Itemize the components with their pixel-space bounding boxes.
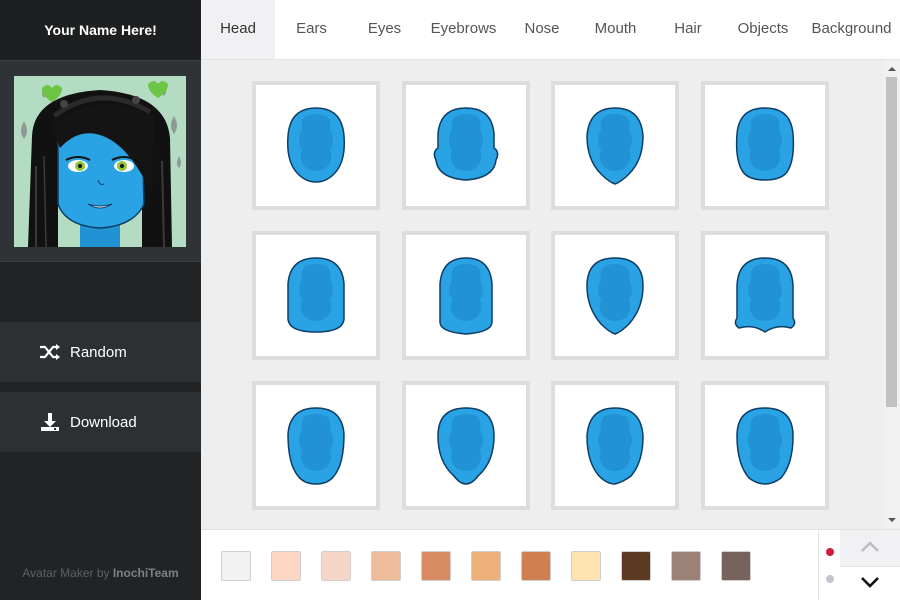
tab-background[interactable]: Background bbox=[803, 0, 900, 59]
credit-brand-link[interactable]: InochiTeam bbox=[113, 566, 179, 580]
color-swatch[interactable] bbox=[621, 551, 651, 581]
color-swatch[interactable] bbox=[721, 551, 751, 581]
head-option-card[interactable] bbox=[252, 231, 380, 360]
color-swatch[interactable] bbox=[221, 551, 251, 581]
head-shape-notched-icon bbox=[734, 256, 796, 333]
avatar-name-title[interactable]: Your Name Here! bbox=[0, 0, 201, 60]
avatar-preview bbox=[14, 76, 186, 247]
tab-mouth[interactable]: Mouth bbox=[578, 0, 653, 59]
color-swatch[interactable] bbox=[271, 551, 301, 581]
head-option-card[interactable] bbox=[252, 81, 380, 210]
random-button-label: Random bbox=[70, 343, 127, 361]
grid-scrollbar[interactable] bbox=[884, 60, 900, 529]
palette-dot-inactive[interactable] bbox=[826, 575, 834, 583]
category-tabs: Head Ears Eyes Eyebrows Nose Mouth Hair … bbox=[201, 0, 900, 60]
head-option-card[interactable] bbox=[551, 231, 679, 360]
color-swatch[interactable] bbox=[571, 551, 601, 581]
avatar-preview-panel bbox=[0, 60, 201, 262]
chevron-down-icon bbox=[861, 575, 879, 593]
shuffle-icon bbox=[39, 341, 61, 363]
head-shape-rect-icon bbox=[439, 256, 493, 335]
tab-objects[interactable]: Objects bbox=[723, 0, 803, 59]
head-option-card[interactable] bbox=[551, 381, 679, 510]
chevron-up-icon bbox=[861, 539, 879, 557]
download-button-label: Download bbox=[70, 413, 137, 431]
head-shape-pointed-chin-icon bbox=[586, 106, 644, 185]
download-button[interactable]: Download bbox=[0, 392, 201, 452]
head-shape-soft-icon bbox=[736, 406, 794, 485]
head-shape-wide-jowl-icon bbox=[433, 106, 499, 181]
color-swatch[interactable] bbox=[371, 551, 401, 581]
palette-pager bbox=[840, 529, 900, 600]
credit-prefix: Avatar Maker by bbox=[22, 566, 113, 580]
palette-prev-button[interactable] bbox=[840, 530, 900, 566]
head-option-card[interactable] bbox=[252, 381, 380, 510]
scroll-thumb[interactable] bbox=[886, 77, 897, 407]
head-shape-round-chin-icon bbox=[735, 106, 795, 181]
head-option-card[interactable] bbox=[402, 231, 530, 360]
head-option-card[interactable] bbox=[701, 231, 829, 360]
skin-color-palette bbox=[201, 529, 818, 600]
color-swatch[interactable] bbox=[521, 551, 551, 581]
head-shape-flat-chin-icon bbox=[287, 406, 345, 485]
tab-eyebrows[interactable]: Eyebrows bbox=[421, 0, 506, 59]
head-shape-long-icon bbox=[586, 406, 644, 485]
tab-eyes[interactable]: Eyes bbox=[348, 0, 421, 59]
head-shape-heart-icon bbox=[437, 406, 495, 485]
head-options-grid bbox=[201, 60, 884, 529]
head-shape-square-icon bbox=[287, 256, 345, 333]
tab-nose[interactable]: Nose bbox=[506, 0, 578, 59]
download-icon bbox=[39, 411, 61, 433]
head-option-card[interactable] bbox=[402, 81, 530, 210]
head-option-card[interactable] bbox=[551, 81, 679, 210]
random-button[interactable]: Random bbox=[0, 322, 201, 382]
sidebar: Your Name Here! Random Download Avatar M… bbox=[0, 0, 201, 600]
head-shape-oval-icon bbox=[286, 106, 346, 183]
head-option-card[interactable] bbox=[701, 381, 829, 510]
credit-text: Avatar Maker by InochiTeam bbox=[0, 566, 201, 580]
scroll-down-arrow-icon[interactable] bbox=[884, 513, 900, 527]
color-swatch[interactable] bbox=[421, 551, 451, 581]
color-swatch[interactable] bbox=[321, 551, 351, 581]
head-option-card[interactable] bbox=[701, 81, 829, 210]
scroll-up-arrow-icon[interactable] bbox=[884, 62, 900, 76]
tab-ears[interactable]: Ears bbox=[275, 0, 348, 59]
tab-head[interactable]: Head bbox=[201, 0, 275, 59]
head-option-card[interactable] bbox=[402, 381, 530, 510]
head-shape-v-chin-icon bbox=[586, 256, 644, 335]
palette-dot-active[interactable] bbox=[826, 548, 834, 556]
palette-page-dots bbox=[818, 529, 840, 600]
color-swatch[interactable] bbox=[671, 551, 701, 581]
color-swatch[interactable] bbox=[471, 551, 501, 581]
avatar-maker-app: Your Name Here! Random Download Avatar M… bbox=[0, 0, 900, 600]
palette-next-button[interactable] bbox=[840, 566, 900, 600]
tab-hair[interactable]: Hair bbox=[653, 0, 723, 59]
